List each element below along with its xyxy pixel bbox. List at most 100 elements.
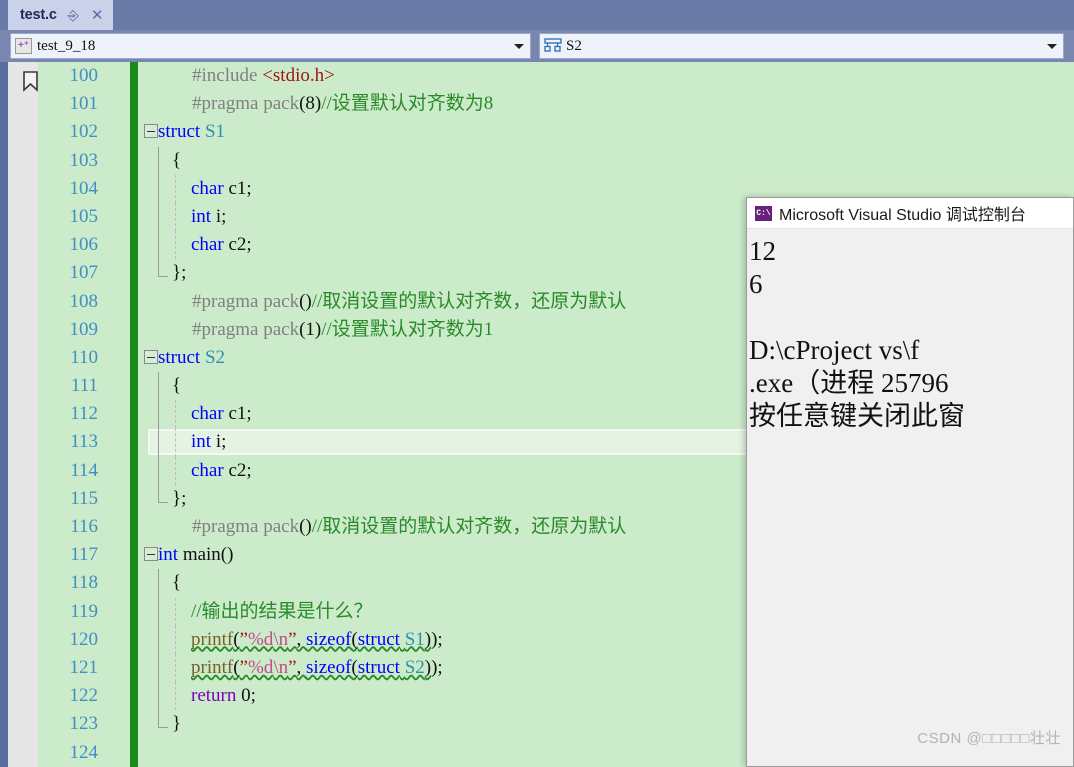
pin-icon[interactable]: ⎆ <box>66 8 81 22</box>
code-text: #pragma pack()//取消设置的默认对齐数，还原为默认 <box>192 290 627 312</box>
block-guide <box>158 597 159 626</box>
line-number: 107 <box>69 262 99 284</box>
change-bar <box>130 484 138 513</box>
block-guide-end <box>158 710 168 729</box>
line-number: 123 <box>69 713 99 735</box>
code-text: printf(”%d\n”, sizeof(struct S2)); <box>191 656 443 678</box>
change-bar <box>130 202 138 232</box>
change-bar <box>130 653 138 683</box>
line-number: 110 <box>70 346 98 368</box>
change-bar <box>130 597 138 626</box>
line-number: 104 <box>69 177 99 199</box>
code-line[interactable]: 101 #pragma pack(8)//设置默认对齐数为8 <box>38 90 1074 119</box>
line-number: 119 <box>70 600 98 622</box>
code-line[interactable]: 103 { <box>38 146 1074 175</box>
struct-icon <box>544 38 562 54</box>
line-number: 114 <box>70 459 98 481</box>
change-bar <box>130 625 138 654</box>
line-number: 103 <box>69 149 99 171</box>
code-text: return 0; <box>191 685 256 707</box>
chevron-down-icon[interactable] <box>1047 44 1057 49</box>
chevron-down-icon[interactable] <box>514 44 524 49</box>
change-bar <box>130 343 138 373</box>
tab-test-c[interactable]: test.c ⎆ ✕ <box>8 0 113 30</box>
change-bar <box>130 118 138 147</box>
line-number: 124 <box>69 741 99 763</box>
block-guide <box>158 146 159 175</box>
change-bar <box>130 174 138 203</box>
close-icon[interactable]: ✕ <box>90 8 105 23</box>
block-guide <box>158 174 159 203</box>
console-output-line: .exe（进程 25796 <box>749 368 949 398</box>
block-guide-end <box>158 484 168 503</box>
block-guide <box>158 372 159 401</box>
change-bar <box>130 710 138 739</box>
change-bar <box>130 90 138 119</box>
line-number: 109 <box>69 318 99 340</box>
console-output-line: D:\cProject vs\f <box>749 335 920 365</box>
debug-console-window[interactable]: C:\ Microsoft Visual Studio 调试控制台 12 6 D:\… <box>746 197 1074 767</box>
line-number: 118 <box>70 572 98 594</box>
code-text: #pragma pack(1)//设置默认对齐数为1 <box>192 318 494 340</box>
tab-strip: test.c ⎆ ✕ <box>0 0 1074 30</box>
line-number: 108 <box>69 290 99 312</box>
line-number: 120 <box>69 628 99 650</box>
console-title-bar[interactable]: C:\ Microsoft Visual Studio 调试控制台 <box>747 198 1073 229</box>
change-bar <box>130 682 138 711</box>
line-number: 111 <box>70 375 98 397</box>
block-guide <box>158 625 159 654</box>
change-bar <box>130 231 138 260</box>
scope-dropdown[interactable]: +⁺ test_9_18 <box>10 33 531 59</box>
console-output: 12 6 D:\cProject vs\f .exe（进程 25796 按任意键关闭此窗 <box>747 229 1073 433</box>
code-text: int i; <box>191 205 227 227</box>
code-text: struct S1 <box>158 121 226 143</box>
line-number: 100 <box>69 65 99 86</box>
line-number: 121 <box>69 656 99 678</box>
code-text: #pragma pack(8)//设置默认对齐数为8 <box>192 93 494 115</box>
collapse-toggle-icon[interactable] <box>144 124 158 139</box>
change-bar <box>130 569 138 598</box>
console-output-line: 6 <box>749 269 763 299</box>
collapse-toggle-icon[interactable] <box>144 349 158 364</box>
console-title-text: Microsoft Visual Studio 调试控制台 <box>779 207 1026 224</box>
code-text: char c2; <box>191 234 252 256</box>
block-guide <box>158 428 159 457</box>
line-number: 115 <box>70 487 98 509</box>
change-bar <box>130 456 138 485</box>
current-line-highlight <box>148 429 782 456</box>
code-text: { <box>172 572 182 594</box>
block-guide <box>158 682 159 711</box>
watermark: CSDN @□□□□□壮壮 <box>917 730 1061 747</box>
change-bar <box>130 428 138 457</box>
code-text: #pragma pack()//取消设置的默认对齐数，还原为默认 <box>192 516 627 537</box>
block-guide <box>158 231 159 260</box>
block-guide <box>158 456 159 485</box>
line-number: 101 <box>69 93 99 115</box>
collapse-toggle-icon[interactable] <box>144 547 158 562</box>
code-text: char c2; <box>191 459 252 481</box>
block-guide <box>158 569 159 598</box>
code-line[interactable]: 100 #include <stdio.h> <box>38 62 1074 91</box>
member-dropdown[interactable]: S2 <box>539 33 1064 59</box>
member-dropdown-value: S2 <box>566 37 582 54</box>
code-text: } <box>172 713 182 735</box>
change-bar <box>130 738 138 767</box>
code-text: #include <stdio.h> <box>192 65 335 86</box>
code-text: int main() <box>158 544 234 566</box>
line-number: 116 <box>70 516 98 537</box>
code-line[interactable]: 102 struct S1 <box>38 118 1074 147</box>
code-text: //输出的结果是什么？ <box>191 600 373 622</box>
vs-editor-window: test.c ⎆ ✕ +⁺ test_9_18 S2 100 #include … <box>0 0 1074 767</box>
console-output-line: 按任意键关闭此窗 <box>749 401 965 431</box>
bookmark-gutter[interactable] <box>8 62 38 767</box>
line-number: 122 <box>69 685 99 707</box>
change-bar <box>130 372 138 401</box>
code-text: char c1; <box>191 403 252 425</box>
block-guide-end <box>158 259 168 278</box>
block-guide <box>158 400 159 429</box>
scope-dropdown-value: test_9_18 <box>37 37 96 54</box>
line-number: 117 <box>70 544 98 566</box>
line-number: 112 <box>70 403 98 425</box>
tab-label: test.c <box>20 7 57 23</box>
